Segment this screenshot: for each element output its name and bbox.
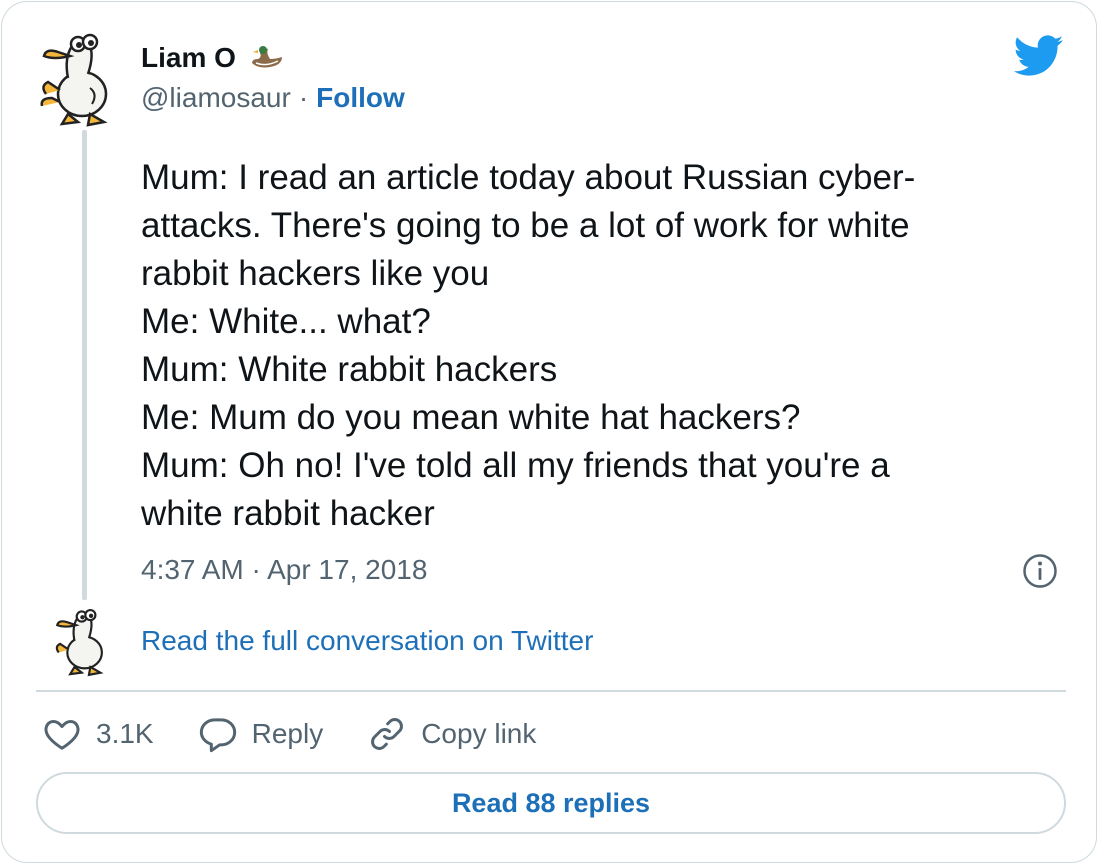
duck-avatar-small-icon[interactable]	[50, 605, 112, 677]
copy-link-label: Copy link	[421, 718, 537, 749]
tweet-text: Mum: I read an article today about Russi…	[141, 154, 1041, 538]
copy-link-button[interactable]: Copy link	[367, 714, 536, 754]
reply-bubble-icon	[199, 718, 236, 753]
heart-icon	[44, 720, 80, 750]
link-icon	[371, 718, 404, 750]
tweet-line: Mum: Oh no! I've told all my friends tha…	[141, 446, 890, 485]
author-handle-row: @liamosaur · Follow	[141, 82, 405, 114]
like-button[interactable]: 3.1K	[42, 714, 154, 754]
tweet-line: Mum: White rabbit hackers	[141, 350, 558, 389]
author-name[interactable]: Liam O	[141, 42, 236, 74]
reply-button[interactable]: Reply	[198, 714, 324, 754]
read-replies-button[interactable]: Read 88 replies	[36, 772, 1066, 834]
thread-line	[82, 130, 87, 600]
tweet-line: white rabbit hacker	[141, 494, 435, 533]
tweet-line: Mum: I read an article today about Russi…	[141, 158, 916, 197]
action-bar: 3.1K Reply Copy link	[42, 714, 580, 754]
divider	[36, 690, 1066, 692]
follow-button[interactable]: Follow	[316, 82, 405, 114]
separator-dot: ·	[298, 82, 309, 113]
twitter-bird-icon[interactable]	[1014, 35, 1064, 77]
tweet-timestamp[interactable]: 4:37 AM · Apr 17, 2018	[141, 554, 427, 586]
tweet-line: attacks. There's going to be a lot of wo…	[141, 206, 910, 245]
tweet-line: rabbit hackers like you	[141, 254, 490, 293]
duck-avatar-icon[interactable]	[38, 28, 116, 128]
info-icon[interactable]	[1022, 553, 1058, 589]
read-conversation-link[interactable]: Read the full conversation on Twitter	[141, 625, 593, 657]
author-name-row[interactable]: Liam O	[141, 42, 286, 74]
author-handle[interactable]: @liamosaur	[141, 82, 291, 114]
tweet-line: Me: White... what?	[141, 302, 431, 341]
tweet-line: Me: Mum do you mean white hat hackers?	[141, 398, 801, 437]
reply-label: Reply	[251, 718, 324, 749]
duck-emoji-icon	[251, 46, 282, 68]
tweet-embed-card: Liam O @liamosaur · Follow Mum: I read a…	[1, 1, 1097, 863]
like-count: 3.1K	[96, 718, 154, 749]
